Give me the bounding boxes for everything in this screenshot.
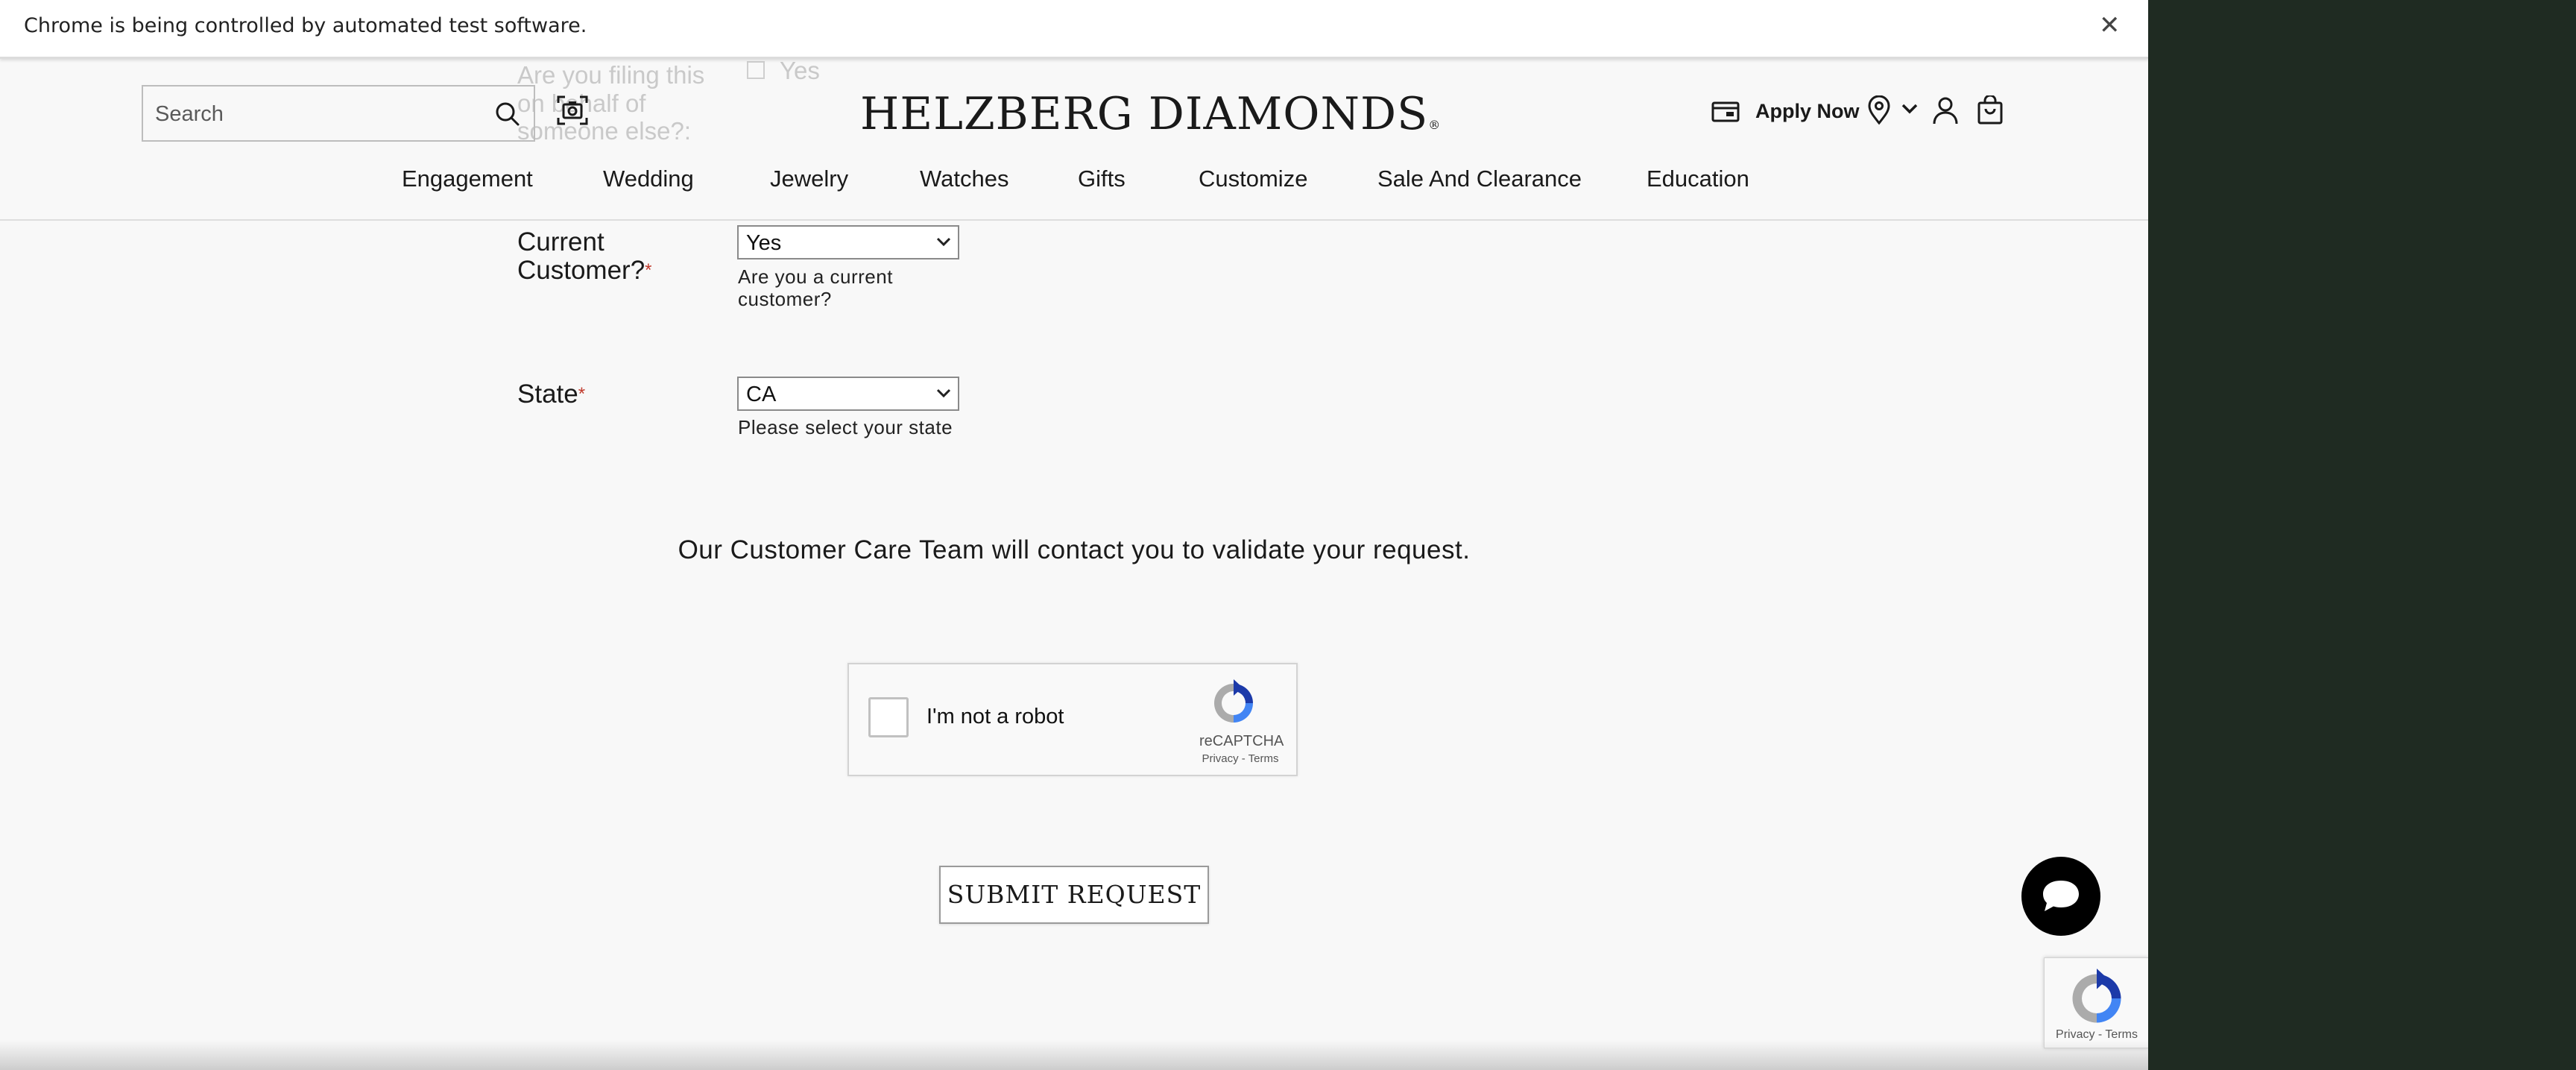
search-input[interactable] <box>154 97 455 131</box>
chat-bubble-icon <box>2043 881 2079 911</box>
recaptcha-logo-icon <box>2072 969 2121 1023</box>
apply-now-link[interactable]: Apply Now <box>1755 100 1860 123</box>
wallet-card-icon[interactable] <box>1711 100 1740 124</box>
cart-bag-icon[interactable] <box>1977 95 2004 125</box>
state-label: State* <box>517 380 585 409</box>
required-marker: * <box>578 384 586 404</box>
current-customer-label: Current Customer?* <box>517 228 652 285</box>
recaptcha-privacy-terms[interactable]: Privacy - Terms <box>1192 752 1289 765</box>
close-icon[interactable]: ✕ <box>2099 10 2121 40</box>
nav-item-education[interactable]: Education <box>1647 166 1749 192</box>
location-pin-icon[interactable] <box>1866 95 1892 125</box>
current-customer-value: Yes <box>746 231 782 255</box>
recaptcha-label: I'm not a robot <box>926 705 1064 728</box>
current-customer-select[interactable]: Yes <box>737 225 959 259</box>
current-customer-label-line2: Customer? <box>517 256 645 285</box>
recaptcha-logo-icon <box>1214 679 1253 723</box>
nav-item-jewelry[interactable]: Jewelry <box>770 166 848 192</box>
current-customer-label-line1: Current <box>517 227 604 257</box>
chevron-down-icon <box>936 388 951 398</box>
nav-item-sale-and-clearance[interactable]: Sale And Clearance <box>1377 166 1582 192</box>
site-logo[interactable]: HELZBERG DIAMONDS® <box>860 88 1441 140</box>
submit-request-button[interactable]: SUBMIT REQUEST <box>939 866 1209 924</box>
nav-item-watches[interactable]: Watches <box>920 166 1008 192</box>
state-help: Please select your state <box>738 416 953 438</box>
camera-icon[interactable] <box>556 94 589 127</box>
chat-button[interactable] <box>2021 857 2100 936</box>
current-customer-help-line2: customer? <box>738 288 832 310</box>
nav-item-wedding[interactable]: Wedding <box>603 166 694 192</box>
nav-item-gifts[interactable]: Gifts <box>1078 166 1126 192</box>
customer-care-message: Our Customer Care Team will contact you … <box>678 535 1471 564</box>
recaptcha-brand: reCAPTCHA <box>1199 733 1284 749</box>
logo-registered-mark: ® <box>1428 118 1442 132</box>
required-marker: * <box>645 260 652 280</box>
chevron-down-icon <box>936 237 951 247</box>
nav-item-engagement[interactable]: Engagement <box>402 166 533 192</box>
search-icon[interactable] <box>493 100 522 128</box>
chevron-down-icon[interactable] <box>1901 101 1919 116</box>
state-select[interactable]: CA <box>737 377 959 411</box>
automation-message: Chrome is being controlled by automated … <box>24 14 587 37</box>
nav-item-customize[interactable]: Customize <box>1199 166 1307 192</box>
current-customer-help: Are you a current customer? <box>738 265 893 310</box>
recaptcha-widget: I'm not a robot reCAPTCHA Privacy - Term… <box>847 663 1298 776</box>
site-header: HELZBERG DIAMONDS® Apply Now Engagement … <box>0 57 2148 221</box>
browser-viewport: Chrome is being controlled by automated … <box>0 0 2148 1070</box>
state-label-text: State <box>517 380 578 409</box>
logo-text: HELZBERG DIAMONDS <box>860 88 1429 140</box>
search-box <box>142 85 535 142</box>
current-customer-help-line1: Are you a current <box>738 265 893 288</box>
automation-infobar: Chrome is being controlled by automated … <box>0 0 2148 59</box>
recaptcha-checkbox[interactable] <box>868 697 909 737</box>
main-nav: Engagement Wedding Jewelry Watches Gifts… <box>0 166 2148 203</box>
bottom-shadow <box>0 1040 2148 1070</box>
account-icon[interactable] <box>1932 95 1959 125</box>
recaptcha-badge[interactable]: Privacy - Terms <box>2044 957 2148 1048</box>
state-value: CA <box>746 383 777 406</box>
